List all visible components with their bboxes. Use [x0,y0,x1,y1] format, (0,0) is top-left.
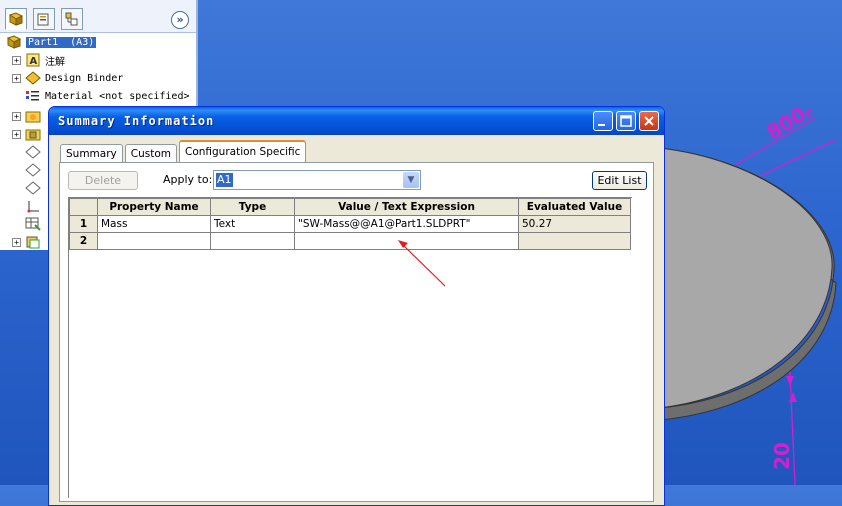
tree-item-right-plane[interactable] [4,179,45,197]
property-name-cell[interactable] [97,232,211,250]
thickness-dimension[interactable]: 20 [770,442,794,470]
edit-list-button[interactable]: Edit List [592,171,647,190]
plane-icon [25,145,41,159]
tree-item-origin[interactable] [4,197,45,215]
part-icon [8,12,24,26]
value-cell[interactable]: "SW-Mass@@A1@Part1.SLDPRT" [294,215,519,233]
table-row: 1 Mass Text "SW-Mass@@A1@Part1.SLDPRT" 5… [69,215,631,233]
solid-bodies-folder-icon [25,127,41,141]
tree-root-label: Part1 (A3) [26,36,97,48]
configuration-manager-tab[interactable] [61,8,83,30]
tree-item-solid-bodies[interactable]: + [4,125,45,143]
tree-root-part[interactable]: Part1 (A3) [4,33,97,51]
tree-item-extrude[interactable]: + [4,233,45,251]
lighting-folder-icon [25,109,41,123]
close-button[interactable] [639,111,659,131]
value-cell[interactable] [294,232,519,250]
configuration-icon [65,12,78,26]
delete-button[interactable]: Delete [68,171,138,190]
diameter-extension-line [759,139,836,177]
thickness-arrow-top [786,376,794,386]
tab-summary[interactable]: Summary [60,144,123,162]
dialog-title: Summary Information [58,114,215,128]
type-cell[interactable]: Text [210,215,295,233]
property-grid[interactable]: Property Name Type Value / Text Expressi… [68,197,632,498]
sketch-table-icon [25,217,41,231]
origin-icon [25,199,41,213]
tree-item-material[interactable]: Material <not specified> [4,87,190,105]
evaluated-value-cell [518,232,631,250]
dialog-title-bar[interactable]: Summary Information [49,107,664,135]
tree-expand-toggle[interactable]: + [12,237,21,247]
tab-custom[interactable]: Custom [124,144,177,162]
tree-expand-toggle[interactable]: + [12,73,21,83]
plane-icon [25,163,41,177]
part-icon [6,35,22,49]
apply-to-select[interactable]: A1 ▼ [213,170,421,190]
tree-expand-toggle[interactable]: + [12,55,21,65]
expand-panel-icon[interactable]: » [171,11,189,29]
close-icon [644,116,654,126]
tree-expand-toggle[interactable]: + [12,111,21,121]
summary-information-dialog: Summary Information Summary Custom Confi… [48,106,665,506]
property-name-cell[interactable]: Mass [97,215,211,233]
tree-item-label: Design Binder [45,72,124,84]
tree-item-label: Material <not specified> [45,90,190,102]
tree-item-sketch[interactable] [4,215,45,233]
annotations-icon: A [25,53,41,67]
maximize-icon [620,115,632,127]
extrude-feature-icon [25,235,41,249]
material-icon [25,89,41,103]
row-number[interactable]: 1 [69,215,98,233]
tab-configuration-specific[interactable]: Configuration Specific [178,140,307,162]
plane-icon [25,181,41,195]
type-cell[interactable] [210,232,295,250]
design-binder-icon [25,71,41,85]
column-header-property-name[interactable]: Property Name [97,198,211,216]
apply-to-label: Apply to: [163,173,213,186]
dialog-tabs: Summary Custom Configuration Specific [60,140,308,162]
row-number[interactable]: 2 [69,232,98,250]
maximize-button[interactable] [616,111,636,131]
minimize-button[interactable] [593,111,613,131]
table-row: 2 [69,232,631,250]
thickness-arrow-bottom [789,392,797,402]
tree-expand-toggle[interactable]: + [12,129,21,139]
grid-header-row: Property Name Type Value / Text Expressi… [69,198,631,216]
column-header-evaluated-value[interactable]: Evaluated Value [518,198,631,216]
tree-item-front-plane[interactable] [4,143,45,161]
property-manager-tab[interactable] [33,8,55,30]
feature-tree-tab[interactable] [5,8,27,30]
column-header-type[interactable]: Type [210,198,295,216]
grid-corner-header[interactable] [69,198,98,216]
chevron-down-icon[interactable]: ▼ [403,172,419,188]
tree-item-annotations[interactable]: + A 注解 [4,51,65,69]
svg-text:A: A [30,56,38,67]
disk-face [659,147,833,409]
tree-item-label: 注解 [45,56,65,68]
tree-item-design-binder[interactable]: + Design Binder [4,69,123,87]
evaluated-value-cell: 50.27 [518,215,631,233]
column-header-value[interactable]: Value / Text Expression [294,198,519,216]
tree-item-top-plane[interactable] [4,161,45,179]
apply-to-value: A1 [216,173,233,187]
tree-tab-strip: » [0,0,196,33]
property-icon [37,13,49,26]
tab-panel: Delete Apply to: A1 ▼ Edit List Property… [59,162,654,502]
minimize-icon [598,124,605,126]
tree-item-lighting[interactable]: + [4,107,45,125]
